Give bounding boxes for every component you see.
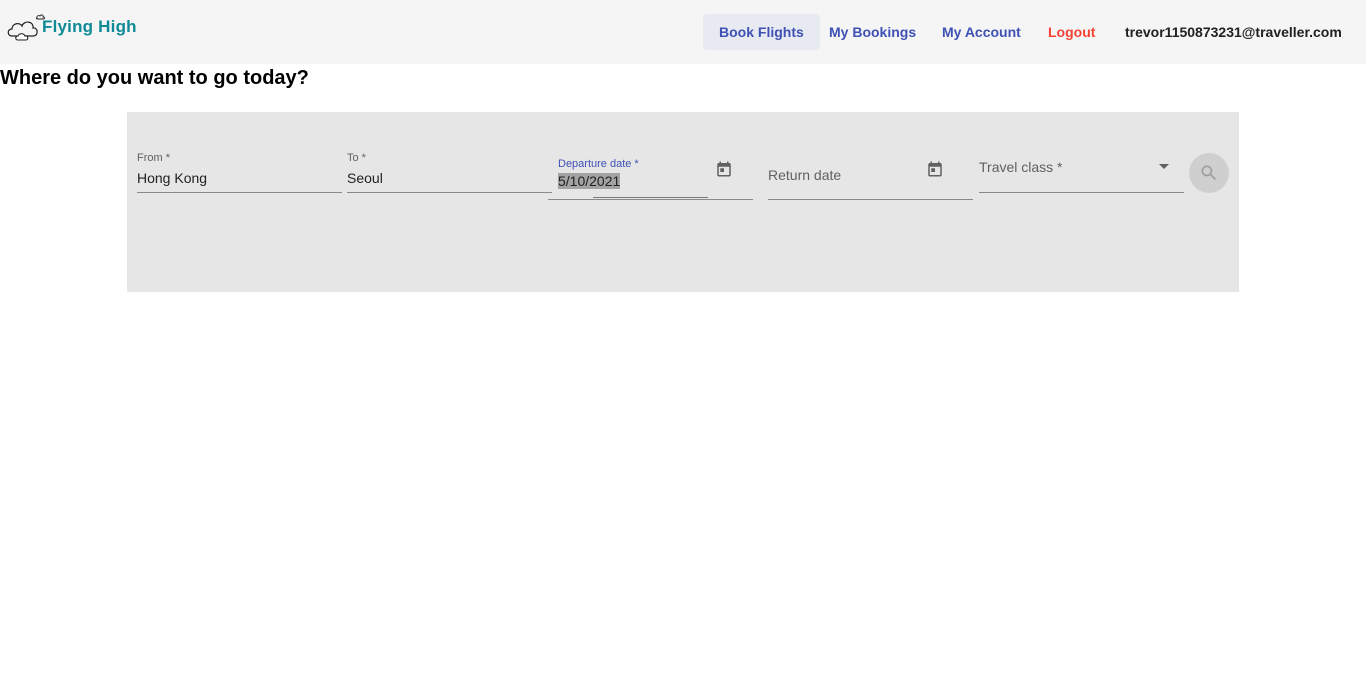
travel-class-underline: [979, 192, 1184, 193]
travel-class-placeholder: Travel class *: [979, 159, 1063, 175]
to-field[interactable]: To * Seoul: [337, 148, 552, 194]
calendar-icon[interactable]: [715, 160, 733, 178]
search-button[interactable]: [1189, 153, 1229, 193]
from-field[interactable]: From * Hong Kong: [127, 148, 342, 194]
logo[interactable]: Flying High: [6, 12, 137, 42]
return-date-underline: [768, 199, 973, 200]
page-title: Where do you want to go today?: [0, 67, 309, 89]
departure-date-input[interactable]: 5/10/2021: [558, 173, 621, 189]
departure-date-underline: [548, 199, 753, 200]
from-underline: [137, 192, 342, 193]
top-app-bar: Flying High Book Flights My Bookings My …: [0, 0, 1366, 64]
calendar-icon[interactable]: [926, 160, 944, 178]
user-email: trevor1150873231@traveller.com: [1125, 24, 1342, 40]
nav-book-flights[interactable]: Book Flights: [703, 14, 820, 50]
to-label: To *: [347, 152, 366, 164]
from-input[interactable]: Hong Kong: [137, 170, 207, 186]
from-label: From *: [137, 152, 170, 164]
return-date-field[interactable]: Return date: [758, 154, 973, 202]
chevron-down-icon[interactable]: [1159, 164, 1169, 169]
to-underline: [347, 192, 552, 193]
nav-logout[interactable]: Logout: [1032, 14, 1111, 50]
departure-date-label: Departure date *: [558, 158, 639, 170]
to-input[interactable]: Seoul: [347, 170, 383, 186]
nav-my-account[interactable]: My Account: [926, 14, 1037, 50]
departure-date-focus-bar: [593, 197, 708, 198]
travel-class-select[interactable]: Travel class *: [969, 148, 1184, 194]
flight-search-panel: From * Hong Kong To * Seoul Departure da…: [127, 112, 1239, 292]
search-icon: [1201, 165, 1217, 181]
cloud-icon: [7, 14, 45, 41]
logo-text: Flying High: [42, 17, 137, 36]
nav-my-bookings[interactable]: My Bookings: [813, 14, 932, 50]
return-date-input[interactable]: Return date: [768, 167, 841, 183]
departure-date-field[interactable]: Departure date * 5/10/2021: [548, 154, 753, 202]
